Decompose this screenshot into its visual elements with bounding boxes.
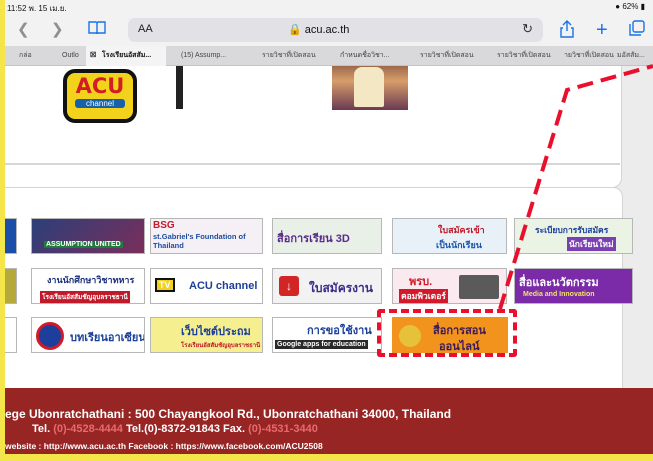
tab-bar: กล่อ Outlo ☒ โรงเรียนอัสสัม... (15) Assu… — [5, 46, 653, 66]
assumption-united-banner[interactable]: ASSUMPTION UNITED — [31, 218, 145, 254]
google-apps-banner[interactable]: การขอใช้งาน Google apps for education — [272, 317, 382, 353]
chevron-right-icon[interactable]: ❯ — [51, 20, 64, 40]
status-bar: 11:52 พ. 15 เม.ย. ● 62% ▮ — [5, 0, 653, 14]
download-icon: ↓ — [279, 276, 299, 296]
battery-icon: ▮ — [640, 2, 645, 11]
footer-web: website : http://www.acu.ac.th Facebook … — [5, 441, 323, 451]
url-text: 🔒 acu.ac.th — [288, 23, 349, 36]
media-innovation-banner[interactable]: สื่อและนวัตกรรม Media and Innovation — [514, 268, 633, 304]
lock-icon: 🔒 — [288, 24, 302, 36]
footer-address: ege Ubonratchathani : 500 Chayangkool Rd… — [5, 407, 452, 421]
banner-edge-left-2[interactable] — [5, 268, 17, 304]
job-application-banner[interactable]: ↓ ใบสมัครงาน — [272, 268, 382, 304]
status-right: ● 62% ▮ — [615, 2, 645, 11]
media-card: ACU channel — [5, 66, 622, 188]
battery-level: 62% — [622, 2, 639, 11]
tab-5[interactable]: กำหนดชื่อวิชา... — [340, 46, 400, 66]
links-card: ASSUMPTION UNITED BSG st.Gabriel's Found… — [5, 187, 633, 388]
tab-3[interactable]: (15) Assump... — [181, 46, 253, 66]
url-label: acu.ac.th — [304, 24, 350, 36]
browser-toolbar: ❮ ❯ AA 🔒 acu.ac.th ↻ + — [5, 14, 653, 46]
tab-0[interactable]: กล่อ — [19, 46, 45, 66]
tab-7[interactable]: รายวิชาที่เปิดสอน — [497, 46, 557, 66]
chevron-left-icon[interactable]: ❮ — [17, 20, 30, 40]
apply-student-banner[interactable]: ใบสมัครเข้า เป็นนักเรียน — [392, 218, 507, 254]
acu-channel-banner[interactable]: TV ACU channel — [150, 268, 263, 304]
asean-icon — [36, 322, 64, 350]
tab-9[interactable]: มอัสสัม... — [617, 46, 653, 66]
highlight-box — [377, 309, 517, 357]
page-content: ACU channel ASSUMPTION UNITED BSG st.Gab… — [5, 66, 653, 388]
section-divider — [5, 163, 620, 165]
tab-6[interactable]: รายวิชาที่เปิดสอน — [420, 46, 480, 66]
tab-4[interactable]: รายวิชาที่เปิดสอน — [262, 46, 332, 66]
event-photo[interactable] — [332, 66, 408, 110]
site-footer: ege Ubonratchathani : 500 Chayangkool Rd… — [5, 388, 653, 454]
acu-channel-logo[interactable]: ACU channel — [63, 69, 137, 123]
address-bar[interactable]: AA 🔒 acu.ac.th ↻ — [128, 18, 543, 42]
tab-1[interactable]: Outlo — [62, 46, 88, 66]
media-3d-banner[interactable]: สื่อการเรียน 3D — [272, 218, 382, 254]
wifi-icon: ● — [615, 2, 621, 11]
status-time: 11:52 — [7, 4, 27, 13]
tabs-icon[interactable] — [629, 20, 645, 42]
asean-lesson-banner[interactable]: บทเรียนอาเซียน — [31, 317, 145, 353]
banner-edge-left-3[interactable] — [5, 317, 17, 353]
primary-website-banner[interactable]: เว็บไซต์ประถม โรงเรียนอัสสัมชัญอุบลราชธา… — [150, 317, 263, 353]
bsg-foundation-banner[interactable]: BSG st.Gabriel's Foundation of Thailand — [150, 218, 263, 254]
logo-stand — [176, 66, 183, 109]
share-icon[interactable] — [560, 20, 574, 44]
plus-icon[interactable]: + — [596, 20, 608, 40]
text-size-button[interactable]: AA — [138, 23, 153, 35]
status-date: พ. 15 เม.ย. — [28, 4, 67, 13]
yellow-frame-bottom — [0, 454, 653, 461]
military-student-banner[interactable]: งานนักศึกษาวิชาทหาร โรงเรียนอัสสัมชัญอุบ… — [31, 268, 145, 304]
computer-act-banner[interactable]: พรบ. คอมพิวเตอร์ — [392, 268, 507, 304]
book-icon[interactable] — [88, 20, 106, 40]
tv-icon: TV — [155, 278, 175, 292]
reload-icon[interactable]: ↻ — [522, 21, 533, 37]
footer-contact: Tel. (0)-4528-4444 Tel.(0)-8372-91843 Fa… — [32, 423, 318, 435]
yellow-frame-left — [0, 0, 5, 461]
tab-8[interactable]: ายวิชาที่เปิดสอน — [564, 46, 614, 66]
admission-rules-banner[interactable]: ระเบียบการรับสมัคร นักเรียนใหม่ — [514, 218, 633, 254]
tab-active[interactable]: ☒ โรงเรียนอัสสัม... — [86, 46, 166, 66]
close-icon[interactable]: ☒ — [90, 46, 96, 66]
banner-edge-left[interactable] — [5, 218, 17, 254]
tab-2-label: โรงเรียนอัสสัม... — [102, 52, 152, 59]
laptop-icon — [459, 275, 499, 299]
